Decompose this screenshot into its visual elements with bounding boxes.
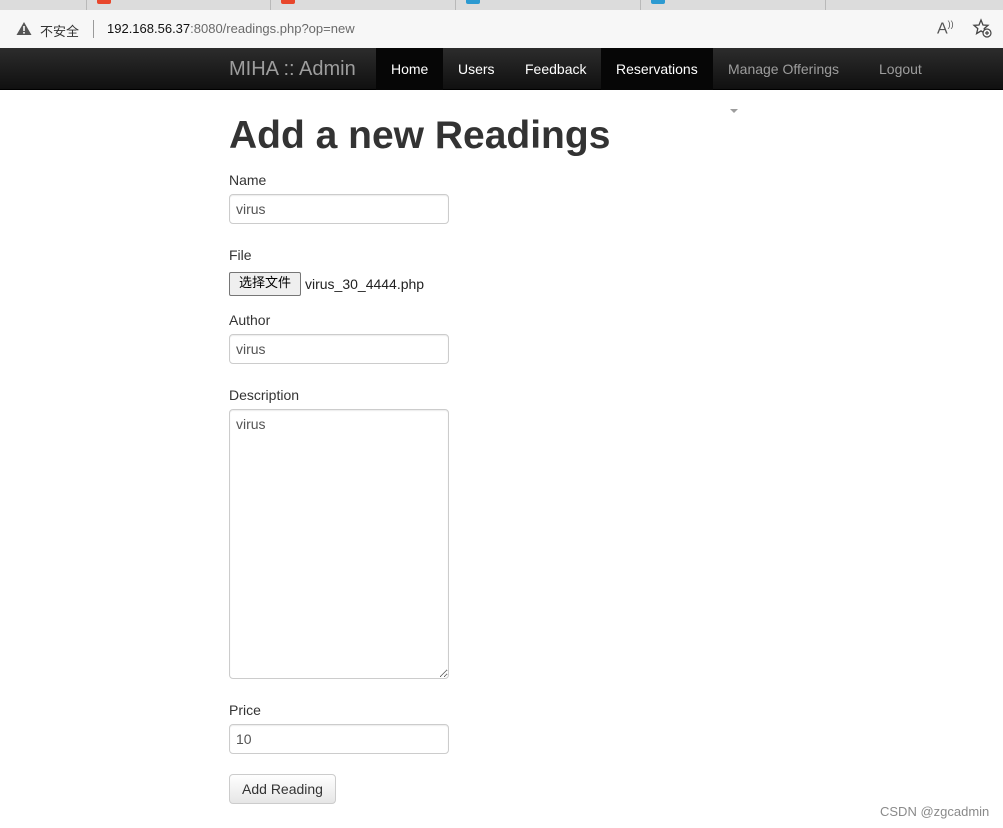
- nav-users[interactable]: Users: [443, 48, 510, 90]
- price-input[interactable]: [229, 724, 449, 754]
- warning-icon[interactable]: [16, 21, 32, 36]
- nav-logout[interactable]: Logout: [864, 48, 937, 90]
- url-field[interactable]: 192.168.56.37:8080/readings.php?op=new: [107, 21, 355, 36]
- nav-manage-offerings-label: Manage Offerings: [728, 61, 840, 77]
- browser-tab[interactable]: [641, 0, 826, 10]
- caret-down-icon: [730, 109, 738, 114]
- insecure-label[interactable]: 不安全: [40, 21, 79, 40]
- add-reading-button[interactable]: Add Reading: [229, 774, 336, 804]
- description-textarea[interactable]: virus: [229, 409, 449, 679]
- address-separator: [93, 20, 94, 38]
- url-path: :8080/readings.php?op=new: [190, 21, 355, 36]
- browser-tab-strip: [0, 0, 1003, 10]
- nav-manage-offerings-dropdown[interactable]: Manage Offerings: [713, 48, 864, 114]
- tab-favicon-icon: [651, 0, 665, 4]
- nav-home[interactable]: Home: [376, 48, 443, 90]
- address-bar: 不安全 192.168.56.37:8080/readings.php?op=n…: [0, 10, 1003, 48]
- tab-favicon-icon: [466, 0, 480, 4]
- watermark: CSDN @zgcadmin: [880, 804, 990, 819]
- add-favorite-icon[interactable]: [972, 18, 992, 38]
- browser-tab[interactable]: [0, 0, 87, 10]
- selected-file-name: virus_30_4444.php: [305, 276, 425, 292]
- top-navbar: MIHA :: Admin Home Users Feedback Reserv…: [0, 48, 1003, 114]
- author-label: Author: [229, 312, 271, 328]
- name-label: Name: [229, 172, 267, 188]
- brand-link[interactable]: MIHA :: Admin: [229, 58, 356, 81]
- tab-favicon-icon: [281, 0, 295, 4]
- browser-tab[interactable]: [271, 0, 456, 10]
- browser-tab[interactable]: [87, 0, 271, 10]
- choose-file-button[interactable]: 选择文件: [229, 272, 301, 296]
- author-input[interactable]: [229, 334, 449, 364]
- file-label: File: [229, 247, 252, 263]
- page-title: Add a new Readings: [229, 114, 611, 157]
- nav-reservations[interactable]: Reservations: [601, 48, 713, 90]
- url-host: 192.168.56.37: [107, 21, 191, 36]
- description-label: Description: [229, 387, 300, 403]
- read-aloud-icon[interactable]: A)): [937, 19, 954, 38]
- browser-tab[interactable]: [826, 0, 1003, 10]
- nav-feedback[interactable]: Feedback: [510, 48, 601, 90]
- browser-tab[interactable]: [456, 0, 641, 10]
- tab-favicon-icon: [97, 0, 111, 4]
- name-input[interactable]: [229, 194, 449, 224]
- price-label: Price: [229, 702, 261, 718]
